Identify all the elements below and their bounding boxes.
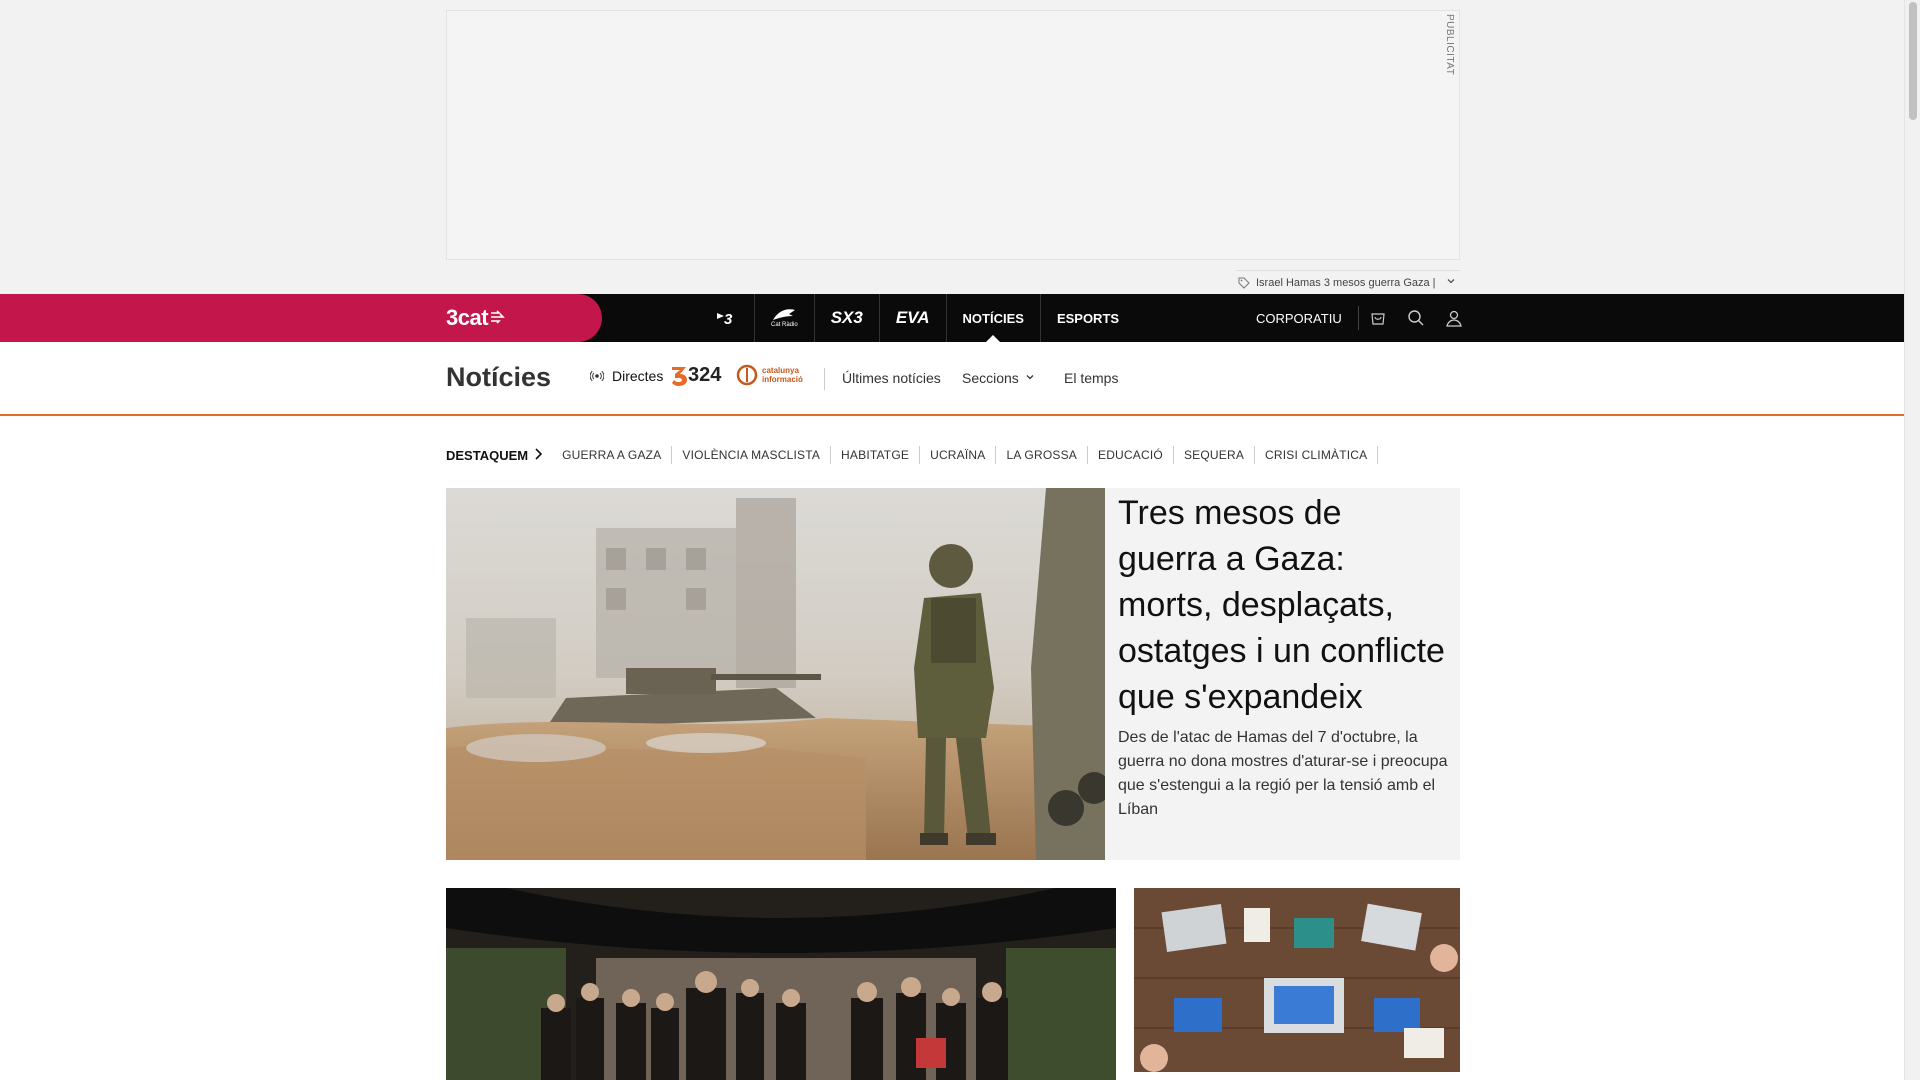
scrollbar-thumb[interactable] [1909, 2, 1917, 120]
topbar-tools: CORPORATIU [1240, 294, 1473, 342]
logo-324-text: 324 [688, 364, 722, 386]
hero-article[interactable]: Tres mesos de guerra a Gaza: morts, desp… [446, 488, 1460, 860]
channel-esports[interactable]: ESPORTS [1041, 294, 1135, 342]
hero-image[interactable] [446, 488, 1105, 860]
article-card-image[interactable] [446, 888, 1116, 1080]
tag-icon [1238, 277, 1250, 289]
nav-divider [824, 368, 825, 390]
ad-banner[interactable] [446, 10, 1460, 260]
hero-headline[interactable]: Tres mesos de guerra a Gaza: morts, desp… [1118, 490, 1448, 720]
brand-name: 3cat [446, 305, 489, 330]
channel-nav: 3 Cat Ràdio SX3 EVA NOTÍCIES ESPORTS [700, 294, 1135, 342]
channel-eva[interactable]: EVA [880, 294, 947, 342]
catalunya-informacio-text: catalunya informació [762, 366, 803, 384]
article-card[interactable] [1134, 888, 1460, 1072]
highlight-item[interactable]: HABITATGE [831, 446, 921, 464]
highlight-item[interactable]: SEQUERA [1174, 446, 1256, 464]
article-card-image[interactable] [1134, 888, 1460, 1072]
highlight-item[interactable]: LA GROSSA [996, 446, 1088, 464]
highlight-item[interactable]: CRISI CLIMÀTICA [1255, 446, 1379, 464]
corporatiu-link[interactable]: CORPORATIU [1240, 306, 1359, 330]
chevron-right-icon [534, 447, 543, 463]
live-broadcast-icon [589, 369, 605, 383]
directes-link[interactable]: Directes [589, 368, 664, 384]
directes-label: Directes [612, 368, 664, 384]
section-title[interactable]: Notícies [446, 362, 551, 393]
page-scrollbar[interactable] [1904, 0, 1920, 1080]
highlights-bar: DESTAQUEM GUERRA A GAZA VIOLÈNCIA MASCLI… [446, 446, 1379, 464]
highlight-item[interactable]: GUERRA A GAZA [552, 446, 673, 464]
article-card[interactable] [446, 888, 1116, 1080]
highlight-item[interactable]: VIOLÈNCIA MASCLISTA [672, 446, 832, 464]
top-navigation-bar: 3cat 3 Cat Ràdio SX3 EVA NOTÍCIES ESPORT… [0, 294, 1904, 342]
seccions-label: Seccions [962, 370, 1019, 386]
breaking-news-strip[interactable]: Israel Hamas 3 mesos guerra Gaza | [1236, 270, 1460, 294]
breaking-news-text: Israel Hamas 3 mesos guerra Gaza | [1256, 276, 1436, 289]
shop-icon[interactable] [1359, 294, 1397, 342]
highlight-item[interactable]: UCRAÏNA [920, 446, 997, 464]
channel-sx3[interactable]: SX3 [815, 294, 880, 342]
ci-line2: informació [762, 375, 803, 384]
channel-tv3[interactable]: 3 [700, 294, 755, 342]
section-navigation: Notícies Directes 324 catalunya informac… [0, 342, 1904, 416]
catalunya-informacio-logo[interactable]: catalunya informació [736, 364, 803, 386]
hero-summary: Des de l'atac de Hamas del 7 d'octubre, … [1118, 729, 1448, 818]
ultimes-noticies-link[interactable]: Últimes notícies [842, 370, 941, 386]
channel-catradio[interactable]: Cat Ràdio [755, 294, 815, 342]
hero-text: Tres mesos de guerra a Gaza: morts, desp… [1118, 488, 1448, 822]
3cat24-logo[interactable]: 324 [670, 364, 721, 387]
ci-line1: catalunya [762, 366, 799, 375]
chevron-down-icon [1025, 372, 1035, 385]
catradio-logo-icon: Cat Ràdio [771, 308, 798, 328]
highlights-title[interactable]: DESTAQUEM [446, 447, 543, 463]
highlight-item[interactable]: EDUCACIÓ [1088, 446, 1174, 464]
channel-catradio-label: Cat Ràdio [771, 322, 798, 328]
highlights-title-label: DESTAQUEM [446, 447, 529, 463]
ad-zone: PUBLICITAT Israel Hamas 3 mesos guerra G… [0, 0, 1904, 294]
search-icon[interactable] [1397, 294, 1435, 342]
channel-tv3-label: 3 [724, 311, 733, 327]
el-temps-link[interactable]: El temps [1064, 370, 1118, 386]
brand-arrow-icon [490, 309, 506, 327]
channel-noticies[interactable]: NOTÍCIES [947, 294, 1041, 342]
user-icon[interactable] [1435, 294, 1473, 342]
brand-area [0, 294, 602, 342]
seccions-dropdown[interactable]: Seccions [962, 370, 1035, 386]
chevron-down-icon[interactable] [1446, 276, 1456, 289]
3cat-logo[interactable]: 3cat [446, 305, 506, 330]
ad-label: PUBLICITAT [1444, 14, 1455, 76]
